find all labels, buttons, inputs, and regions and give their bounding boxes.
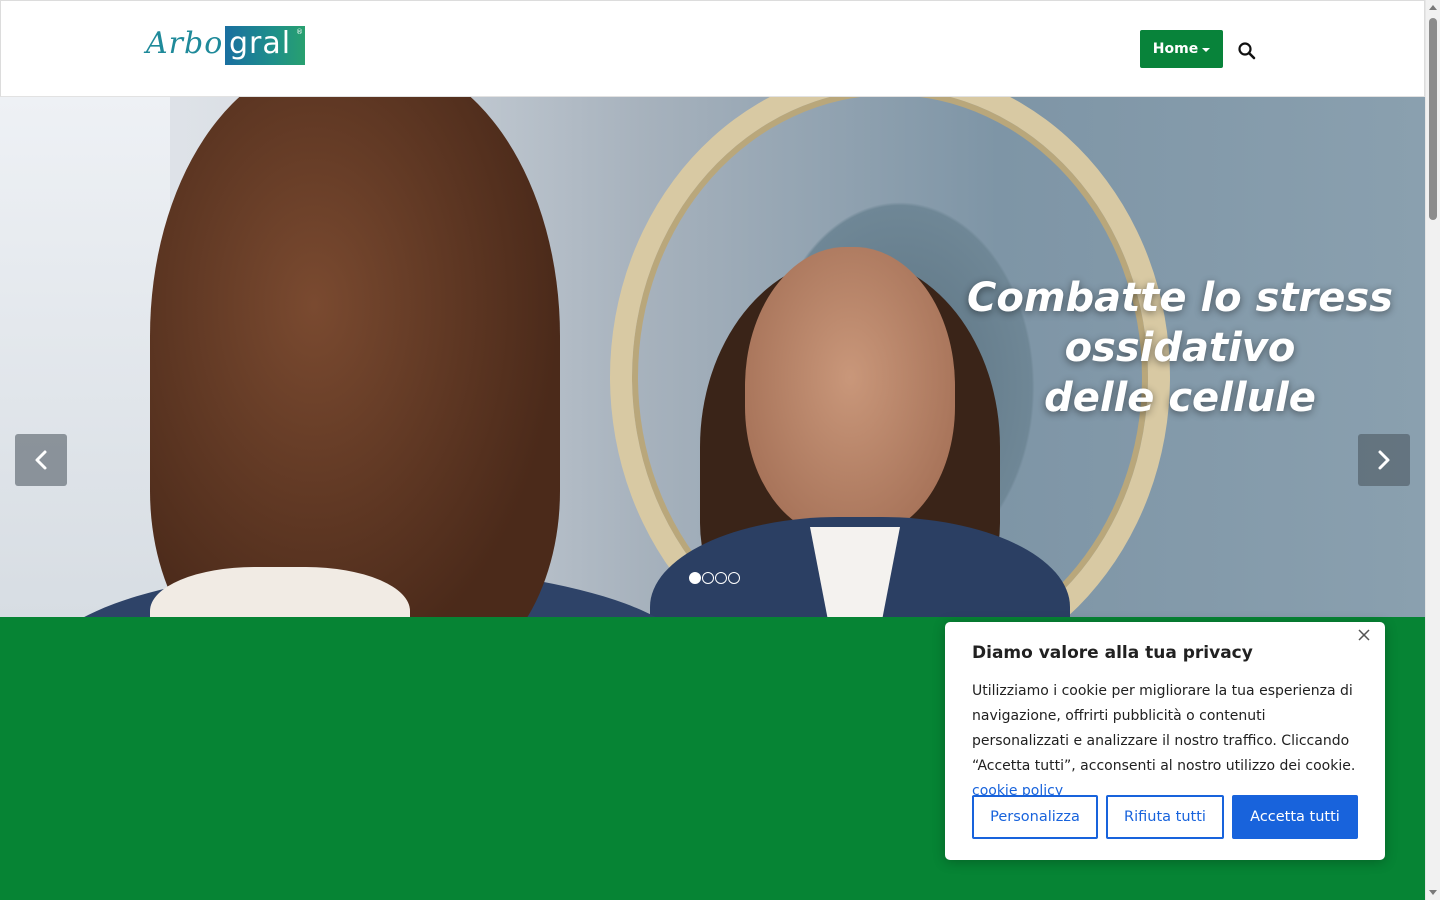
logo-text-right: gral	[229, 26, 292, 61]
hero-slider: Combatte lo stress ossidativo delle cell…	[0, 97, 1425, 617]
close-icon	[1358, 629, 1370, 641]
scroll-down-arrow-icon[interactable]	[1429, 890, 1437, 895]
page: Arbo gral ® Home Combatte lo stress ossi…	[0, 0, 1425, 900]
hero-caption: Combatte lo stress ossidativo delle cell…	[950, 273, 1410, 423]
logo-text-box: gral ®	[225, 26, 305, 65]
hero-mirror-face	[745, 247, 955, 537]
slider-dot-2[interactable]	[702, 572, 714, 584]
reject-all-button[interactable]: Rifiuta tutti	[1106, 795, 1224, 839]
page-scrollbar[interactable]	[1425, 0, 1440, 900]
customize-button[interactable]: Personalizza	[972, 795, 1098, 839]
cookie-close-button[interactable]	[1355, 626, 1373, 644]
slider-indicators	[689, 572, 740, 584]
slider-next-button[interactable]	[1358, 434, 1410, 486]
registered-mark: ®	[296, 28, 303, 36]
chevron-left-icon	[35, 450, 47, 470]
cookie-description-text: Utilizziamo i cookie per migliorare la t…	[972, 683, 1356, 774]
arbogral-logo[interactable]: Arbo gral ®	[146, 25, 306, 65]
hero-caption-line-1: Combatte lo stress	[967, 275, 1393, 321]
logo-text-left: Arbo	[146, 26, 224, 61]
site-header: Arbo gral ® Home	[0, 0, 1425, 97]
slider-dot-1[interactable]	[689, 572, 701, 584]
caret-down-icon	[1202, 48, 1211, 52]
search-button[interactable]	[1237, 41, 1257, 61]
home-menu-button[interactable]: Home	[1140, 30, 1223, 68]
hero-foreground-hair	[150, 97, 560, 617]
slider-dot-4[interactable]	[728, 572, 740, 584]
hero-background-wall	[0, 97, 170, 617]
hero-caption-line-2: ossidativo	[1064, 325, 1296, 371]
home-menu-label: Home	[1152, 41, 1199, 57]
cookie-title: Diamo valore alla tua privacy	[972, 643, 1253, 663]
cookie-consent-banner: Diamo valore alla tua privacy Utilizziam…	[945, 622, 1385, 860]
scroll-up-arrow-icon[interactable]	[1429, 5, 1437, 10]
scrollbar-thumb[interactable]	[1429, 18, 1437, 220]
cookie-description: Utilizziamo i cookie per migliorare la t…	[972, 679, 1362, 804]
chevron-right-icon	[1378, 450, 1390, 470]
accept-all-button[interactable]: Accetta tutti	[1232, 795, 1358, 839]
search-icon	[1238, 42, 1256, 60]
slider-dot-3[interactable]	[715, 572, 727, 584]
hero-caption-line-3: delle cellule	[1044, 375, 1316, 421]
slider-prev-button[interactable]	[15, 434, 67, 486]
